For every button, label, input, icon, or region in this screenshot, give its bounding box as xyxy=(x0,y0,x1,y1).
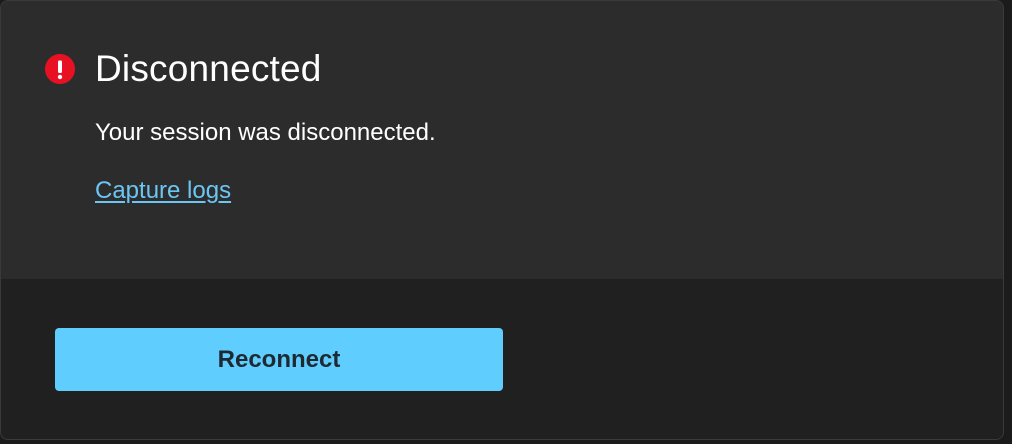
capture-logs-link[interactable]: Capture logs xyxy=(95,173,231,209)
disconnect-message: Your session was disconnected. xyxy=(95,119,436,146)
dialog-content: Disconnected Your session was disconnect… xyxy=(1,1,1003,279)
dialog-title: Disconnected xyxy=(95,48,322,89)
dialog-footer: Reconnect xyxy=(1,279,1003,439)
reconnect-button[interactable]: Reconnect xyxy=(55,328,503,391)
dialog-header: Disconnected xyxy=(45,45,322,93)
disconnected-dialog: Disconnected Your session was disconnect… xyxy=(0,0,1004,440)
error-icon xyxy=(45,54,75,84)
